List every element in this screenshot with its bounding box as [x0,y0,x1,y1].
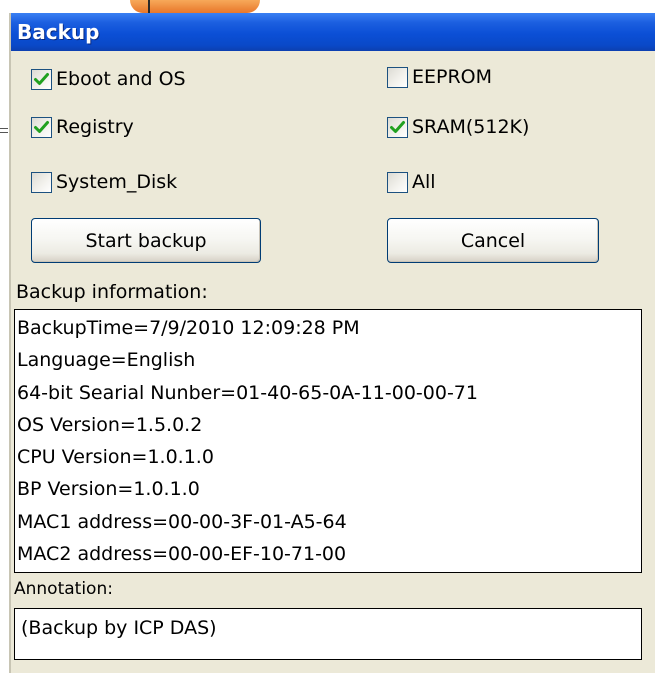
checkbox-box[interactable] [387,66,408,88]
info-line: OS Version=1.5.0.2 [17,413,203,436]
checkbox-box[interactable] [31,171,52,193]
backup-information-text[interactable]: BackupTime=7/9/2010 12:09:28 PM Language… [14,309,642,573]
checkmark-icon [34,120,49,133]
cancel-button[interactable]: Cancel [387,218,599,263]
background-dash [0,128,8,129]
start-backup-button[interactable]: Start backup [31,218,261,263]
annotation-field[interactable]: (Backup by ICP DAS) [14,608,642,660]
checkbox-sram[interactable]: SRAM(512K) [387,116,529,138]
checkbox-label: EEPROM [412,66,493,88]
window-title: Backup [17,20,100,44]
info-line: BackupTime=7/9/2010 12:09:28 PM [17,317,360,339]
title-bar: Backup [11,13,655,51]
checkbox-box[interactable] [387,116,408,138]
checkbox-label: SRAM(512K) [412,116,530,138]
checkbox-box[interactable] [31,116,52,138]
info-line: BP Version=1.0.1.0 [17,478,200,501]
backup-information-label: Backup information: [16,281,208,303]
background-dash [0,132,8,133]
checkbox-eeprom[interactable]: EEPROM [387,66,492,88]
background-line [148,0,150,13]
checkbox-box[interactable] [387,171,408,193]
info-line: CPU Version=1.0.1.0 [17,446,214,469]
annotation-label: Annotation: [14,579,113,599]
info-line: MAC1 address=00-00-3F-01-A5-64 [17,510,347,533]
checkmark-icon [390,120,405,133]
checkbox-label: Registry [56,116,134,138]
backup-dialog: Backup Eboot and OS Registry System_Disk… [9,13,655,673]
checkbox-all[interactable]: All [387,171,436,193]
checkbox-label: All [412,171,436,193]
checkbox-registry[interactable]: Registry [31,116,134,138]
info-line: Language=English [17,349,196,372]
checkbox-label: Eboot and OS [56,68,186,90]
checkbox-system-disk[interactable]: System_Disk [31,171,177,193]
checkbox-label: System_Disk [56,171,178,193]
checkmark-icon [34,72,49,85]
info-line: MAC2 address=00-00-EF-10-71-00 [17,543,347,566]
checkbox-box[interactable] [31,68,52,90]
info-line: 64-bit Searial Nunber=01-40-65-0A-11-00-… [17,381,478,404]
checkbox-eboot-and-os[interactable]: Eboot and OS [31,68,186,90]
